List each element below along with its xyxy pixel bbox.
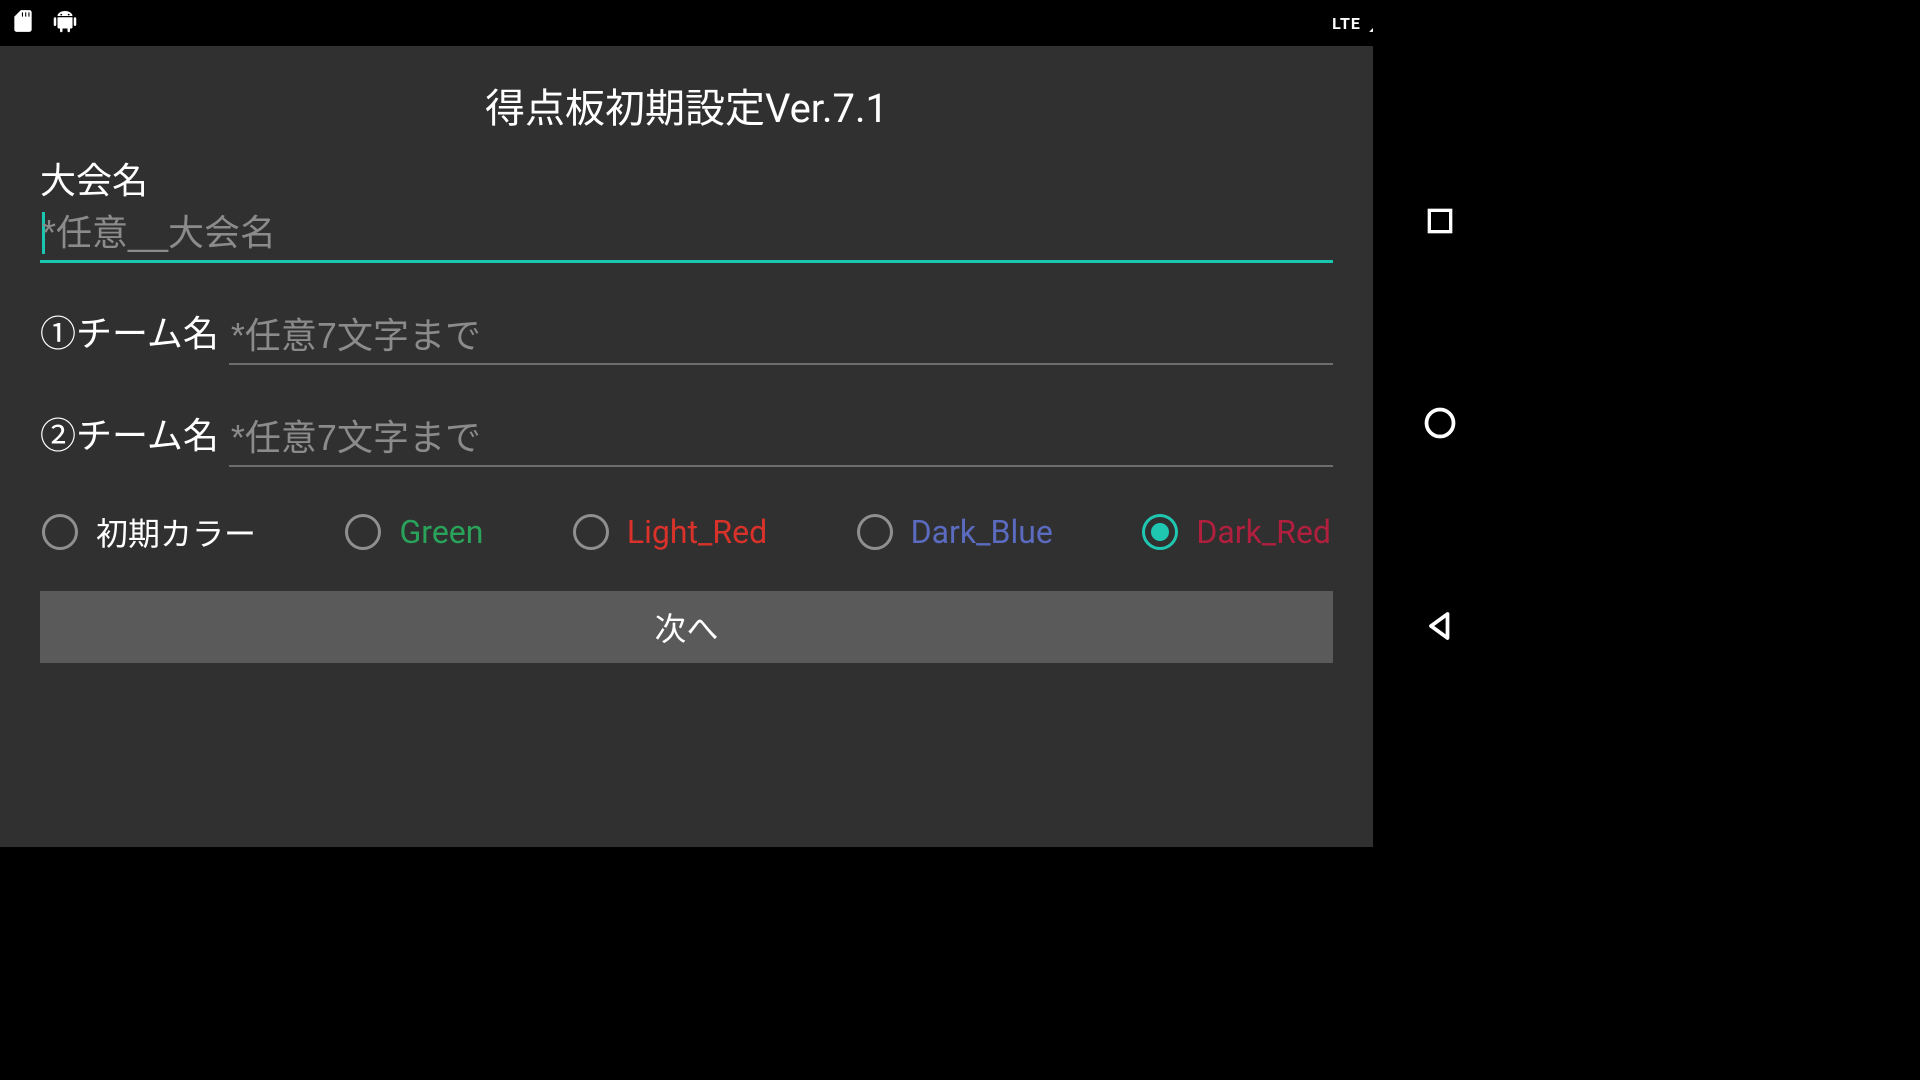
overview-button[interactable] [1420,201,1460,241]
back-button[interactable] [1420,606,1460,646]
tournament-name-input[interactable] [40,208,1333,263]
system-navbar [1373,0,1506,847]
radio-icon [345,514,381,550]
radio-icon [857,514,893,550]
color-radio-darkblue[interactable]: Dark_Blue [857,513,1053,551]
app-content: 得点板初期設定Ver.7.1 大会名 ①チーム名 ②チーム名 初期カラー Gree… [0,46,1373,847]
team2-row: ②チーム名 [40,407,1333,467]
form-content: 大会名 ①チーム名 ②チーム名 初期カラー Green Light_Red Dark_… [0,152,1373,555]
lte-label: LTE [1332,14,1361,33]
team1-name-input[interactable] [229,311,1333,365]
radio-icon [42,514,78,550]
radio-label: Dark_Red [1196,513,1331,551]
page-title: 得点板初期設定Ver.7.1 [0,76,1373,134]
radio-icon [1142,514,1178,550]
color-radio-lightred[interactable]: Light_Red [573,513,767,551]
color-radio-group: 初期カラー Green Light_Red Dark_Blue Dark_Red [40,509,1333,555]
robot-icon [50,6,80,40]
radio-icon [573,514,609,550]
radio-label: Light_Red [627,513,767,551]
next-button[interactable]: 次へ [40,591,1333,663]
radio-label: Dark_Blue [911,513,1053,551]
sd-card-icon [10,6,36,40]
status-bar: LTE 2:19 [0,0,1506,46]
team1-row: ①チーム名 [40,305,1333,365]
radio-label: Green [399,513,483,551]
tournament-name-label: 大会名 [40,152,1333,204]
color-radio-green[interactable]: Green [345,513,483,551]
team2-name-input[interactable] [229,413,1333,467]
radio-label: 初期カラー [96,509,256,555]
home-button[interactable] [1420,403,1460,443]
color-radio-default[interactable]: 初期カラー [42,509,256,555]
status-left [10,6,80,40]
color-radio-darkred[interactable]: Dark_Red [1142,513,1331,551]
team2-label: ②チーム名 [40,407,219,467]
team1-label: ①チーム名 [40,305,219,365]
